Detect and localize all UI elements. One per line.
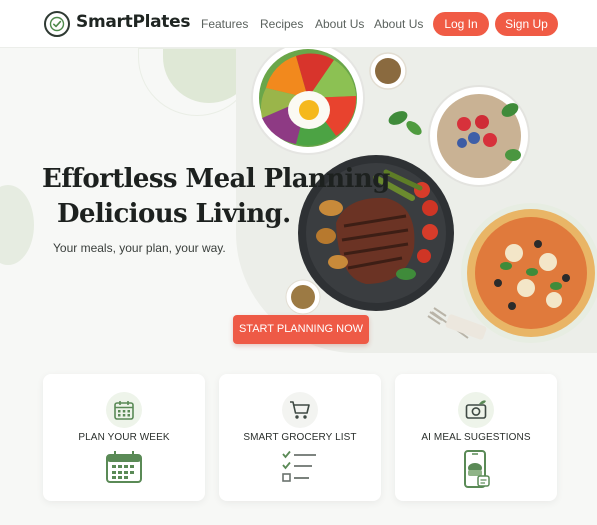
camera-leaf-icon (458, 392, 494, 428)
nav-about-us-2[interactable]: About Us (374, 17, 423, 31)
phone-meal-icon (464, 450, 490, 488)
nav-features[interactable]: Features (201, 17, 248, 31)
login-button[interactable]: Log In (433, 12, 489, 36)
pizza-image (461, 203, 597, 343)
nav-about-us[interactable]: About Us (315, 17, 364, 31)
checklist-icon (282, 450, 316, 482)
feature-title: SMART GROCERY LIST (243, 432, 357, 443)
calendar-grid-icon (106, 451, 142, 483)
feature-card-ai-suggestions[interactable]: AI MEAL SUGESTIONS (395, 374, 557, 501)
nav-recipes[interactable]: Recipes (260, 17, 303, 31)
calendar-icon (106, 392, 142, 428)
start-planning-button[interactable]: START PLANNING NOW (233, 315, 369, 344)
top-navbar: SmartPlates Features Recipes About Us Ab… (0, 0, 597, 48)
hero-subline: Your meals, your plan, your way. (53, 241, 226, 255)
salad-bowl-image (251, 48, 365, 155)
hero-headline: Effortless Meal Planning Delicious Livin… (42, 162, 402, 232)
feature-card-grocery-list[interactable]: SMART GROCERY LIST (219, 374, 381, 501)
smoothie-bowl-image (428, 85, 530, 187)
logo-check-icon[interactable] (44, 11, 70, 37)
feature-card-plan-week[interactable]: PLAN YOUR WEEK (43, 374, 205, 501)
hero-headline-line1: Effortless Meal Planning (42, 164, 390, 194)
page: SmartPlates Features Recipes About Us Ab… (0, 0, 597, 525)
spice-bowl-image (369, 52, 407, 90)
feature-title: AI MEAL SUGESTIONS (421, 432, 531, 443)
basil-leaf (406, 121, 422, 135)
hero-headline-line2: Delicious Living. (57, 199, 291, 229)
decor-blob-left (0, 185, 34, 265)
shopping-cart-icon (282, 392, 318, 428)
spice-cup-image (285, 279, 321, 315)
basil-leaf (388, 111, 408, 125)
signup-button[interactable]: Sign Up (495, 12, 558, 36)
brand-name[interactable]: SmartPlates (76, 12, 190, 32)
feature-title: PLAN YOUR WEEK (78, 432, 170, 443)
